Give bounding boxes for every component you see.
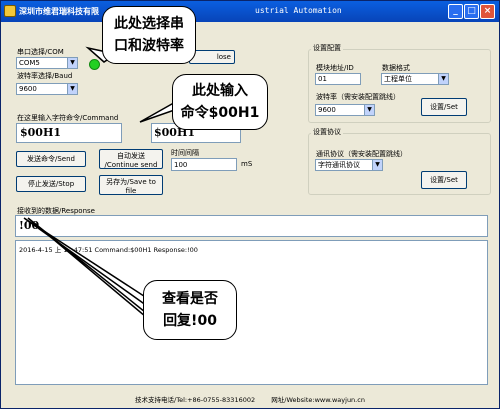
stop-button-label: 停止发送/Stop xyxy=(27,180,75,188)
window-title-left: 深圳市维君瑞科技有限 xyxy=(19,7,99,16)
config-group-title: 设置配置 xyxy=(311,43,343,53)
chevron-down-icon: ▼ xyxy=(67,84,77,94)
interval-input[interactable]: 100 xyxy=(171,158,237,171)
footer-site: 网址/Website:www.wayjun.cn xyxy=(271,396,365,404)
stop-button[interactable]: 停止发送/Stop xyxy=(16,176,86,192)
callout2-line2: 命令$00H1 xyxy=(180,105,260,121)
send-button[interactable]: 发送命令/Send xyxy=(16,151,86,167)
chevron-down-icon: ▼ xyxy=(364,105,374,115)
callout3-line1: 查看是否 xyxy=(162,291,218,307)
interval-unit: mS xyxy=(241,160,253,168)
footer: 技术支持电话/Tel:+86-0755-83316002 网址/Website:… xyxy=(1,394,499,404)
title-bar: 深圳市维君瑞科技有限 ustrial Automation _ □ × xyxy=(1,1,499,22)
cfg-baud-label: 波特率（需安装配置跳线） xyxy=(316,93,400,101)
baud-select-value: 9600 xyxy=(19,85,37,93)
callout-port-baud: 此处选择串 口和波特率 xyxy=(102,6,196,64)
callout2-line1: 此处输入 xyxy=(192,83,248,99)
module-addr-input[interactable]: 01 xyxy=(315,73,361,85)
window-title-right: ustrial Automation xyxy=(255,6,342,15)
callout1-line2: 口和波特率 xyxy=(114,38,184,54)
module-addr-value: 01 xyxy=(318,75,327,83)
set-protocol-label: 设置/Set xyxy=(430,176,458,184)
set-config-button[interactable]: 设置/Set xyxy=(421,98,467,116)
callout1-line1: 此处选择串 xyxy=(114,16,184,32)
module-addr-label: 模块地址/ID xyxy=(316,64,354,72)
minimize-icon[interactable]: _ xyxy=(448,4,463,19)
close-icon[interactable]: × xyxy=(480,4,495,19)
port-label: 串口选择/COM xyxy=(17,48,64,56)
callout3-line2: 回复!00 xyxy=(163,313,217,329)
response-field[interactable]: !00 xyxy=(15,215,488,237)
interval-input-value: 100 xyxy=(174,161,188,169)
chevron-down-icon: ▼ xyxy=(438,74,448,84)
app-icon xyxy=(4,5,16,17)
port-select-value: COM5 xyxy=(19,59,40,67)
chevron-down-icon: ▼ xyxy=(67,58,77,68)
save-label-2: file xyxy=(125,187,137,195)
protocol-value: 字符通讯协议 xyxy=(318,161,360,169)
cfg-baud-value: 9600 xyxy=(318,106,336,114)
set-protocol-button[interactable]: 设置/Set xyxy=(421,171,467,189)
data-format-select[interactable]: 工程单位 ▼ xyxy=(381,73,449,85)
protocol-group-title: 设置协议 xyxy=(311,127,343,137)
callout-response: 查看是否 回复!00 xyxy=(143,280,237,340)
data-format-value: 工程单位 xyxy=(384,75,412,83)
response-value: !00 xyxy=(19,219,40,232)
maximize-icon[interactable]: □ xyxy=(464,4,479,19)
log-textarea[interactable]: 2016-4-15 上 10:47:51 Command:$00H1 Respo… xyxy=(15,240,488,385)
data-format-label: 数据格式 xyxy=(382,64,410,72)
log-line: 2016-4-15 上 10:47:51 Command:$00H1 Respo… xyxy=(19,246,198,254)
save-label-1: 另存为/Save to xyxy=(106,178,156,186)
auto-send-label-1: 自动发送 xyxy=(117,152,145,160)
port-select[interactable]: COM5 ▼ xyxy=(16,57,78,69)
auto-send-button[interactable]: 自动发送 /Continue send xyxy=(99,149,163,169)
footer-phone: 技术支持电话/Tel:+86-0755-83316002 xyxy=(135,396,256,404)
send-button-label: 发送命令/Send xyxy=(27,155,75,163)
chevron-down-icon: ▼ xyxy=(372,160,382,170)
baud-label: 波特率选择/Baud xyxy=(17,72,73,80)
command-input-value: $00H1 xyxy=(20,126,62,139)
command-label: 在这里输入字符命令/Command xyxy=(17,114,119,122)
auto-send-label-2: /Continue send xyxy=(104,161,158,169)
interval-label: 时间间隔 xyxy=(171,149,199,157)
save-to-file-button[interactable]: 另存为/Save to file xyxy=(99,175,163,195)
status-led-icon xyxy=(89,59,100,70)
baud-select[interactable]: 9600 ▼ xyxy=(16,83,78,95)
close-port-label: lose xyxy=(216,53,231,61)
set-config-label: 设置/Set xyxy=(430,103,458,111)
callout-command: 此处输入 命令$00H1 xyxy=(172,74,268,130)
close-port-button[interactable]: lose xyxy=(189,50,235,64)
cfg-baud-select[interactable]: 9600 ▼ xyxy=(315,104,375,116)
main-window: 深圳市维君瑞科技有限 ustrial Automation _ □ × lose… xyxy=(0,0,500,409)
protocol-label: 通讯协议（需安装配置跳线） xyxy=(316,150,407,158)
protocol-select[interactable]: 字符通讯协议 ▼ xyxy=(315,159,383,171)
command-input[interactable]: $00H1 xyxy=(16,123,122,143)
